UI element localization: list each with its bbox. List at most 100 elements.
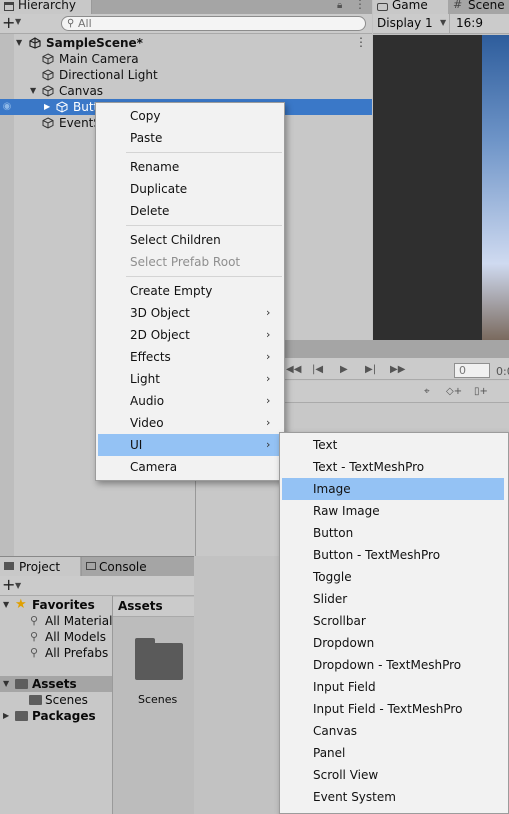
display-dropdown[interactable]: Display 1 [377,16,433,30]
menu-item-light[interactable]: Light › [130,368,280,390]
scenes-folder-icon[interactable] [135,638,183,682]
hierarchy-list-icon [4,2,14,11]
expand-arrow-icon[interactable]: ▼ [16,35,26,51]
console-tab-label: Console [99,560,147,574]
tree-row-favorites[interactable]: ▼ ★ Favorites [0,597,112,613]
favorite-item-label: All Prefabs [45,646,109,660]
time-readout: 0:0 [496,365,509,378]
menu-item-audio[interactable]: Audio › [130,390,280,412]
gameobject-cube-icon [42,117,54,129]
tree-row-scene[interactable]: ▼ SampleScene* [14,35,372,51]
tree-row-assets[interactable]: ▼ Assets [0,676,112,692]
folder-body-shape [135,643,183,680]
tab-game[interactable]: Game [373,0,448,14]
play-icon[interactable]: ▶ [340,364,348,375]
gameobject-cube-icon [42,85,54,97]
hierarchy-search-input[interactable] [78,17,348,30]
packages-label: Packages [32,709,96,723]
hierarchy-search-field[interactable]: ⚲ [61,16,366,31]
panel-menu-icon[interactable]: ⋮ [354,0,366,11]
tab-hierarchy[interactable]: Hierarchy [0,0,92,14]
gamepad-icon [377,3,388,11]
tree-row-canvas[interactable]: ▼ Canvas [14,83,372,99]
create-plus-icon[interactable]: + [2,14,15,32]
add-event-icon[interactable]: ◇+ [446,386,462,397]
tab-console[interactable]: Console [81,557,165,576]
console-icon [86,562,96,570]
scene-tab-label: Scene [468,0,505,12]
assets-label: Assets [32,677,77,691]
game-tab-label: Game [392,0,428,12]
next-keyframe-icon[interactable]: ▶| [365,364,376,375]
expand-arrow-icon[interactable]: ▼ [3,597,9,613]
scene-menu-icon[interactable]: ⋮ [355,35,367,49]
prev-keyframe-icon[interactable]: |◀ [312,364,323,375]
context-menu: Copy Paste Rename Duplicate Delete Selec… [95,102,285,481]
gameobject-cube-icon [42,53,54,65]
folder-icon [15,679,28,689]
folder-icon [15,711,28,721]
breadcrumb-assets[interactable]: Assets [118,599,163,613]
aspect-ratio-dropdown[interactable]: 16:9 [456,16,483,30]
expand-arrow-icon[interactable]: ▶ [3,708,9,724]
expand-arrow-icon[interactable]: ▼ [3,676,9,692]
folder-icon [29,695,42,705]
tree-row-label: Main Camera [59,52,139,66]
menu-item-2d-object[interactable]: 2D Object › [130,324,280,346]
chevron-right-icon: › [266,372,271,385]
last-keyframe-icon[interactable]: ▶▶ [390,364,405,375]
tab-project[interactable]: Project [0,557,80,576]
menu-item-3d-object[interactable]: 3D Object › [130,302,280,324]
project-tab-label: Project [19,560,61,574]
search-icon: ⚲ [67,18,75,29]
tab-scene[interactable]: # Scene [450,0,509,14]
dropdown-caret-icon[interactable]: ▼ [15,581,21,590]
favorite-item-label: All Materials [45,614,119,628]
dropdown-caret-icon[interactable]: ▼ [15,17,21,26]
menu-item-ui[interactable]: UI › [98,434,282,456]
menu-separator [126,276,282,277]
project-toolbar: + ▼ [0,576,194,596]
hierarchy-toolbar: + ▼ ⚲ [0,14,372,34]
favorite-item-label: All Models [45,630,106,644]
asset-breadcrumb: Assets [113,597,194,617]
submenu-item-image[interactable]: Image [282,478,504,500]
tree-row-directional-light[interactable]: Directional Light [14,67,372,83]
gameobject-cube-icon [56,101,68,113]
chevron-right-icon: › [266,394,271,407]
gameobject-cube-icon [42,69,54,81]
create-plus-icon[interactable]: + [2,576,15,594]
first-keyframe-icon[interactable]: ◀◀ [286,364,301,375]
tree-row-label: Canvas [59,84,104,98]
chevron-right-icon: › [266,350,271,363]
lock-icon[interactable]: 🔒︎ [337,0,346,11]
game-viewport[interactable] [373,35,509,340]
tree-row-all-models[interactable]: ⚲ All Models [0,629,112,645]
frame-input[interactable]: 0 [454,363,490,378]
tree-row-scenes[interactable]: Scenes [0,692,112,708]
menu-item-video[interactable]: Video › [130,412,280,434]
chevron-right-icon: › [266,306,271,319]
tree-row-main-camera[interactable]: Main Camera [14,51,372,67]
toolbar-divider [449,14,450,33]
menu-separator [126,225,282,226]
unity-logo-icon [29,37,41,49]
search-icon: ⚲ [30,646,39,659]
scene-name-label: SampleScene* [46,36,143,50]
expand-arrow-icon[interactable]: ▶ [44,99,54,115]
chevron-right-icon: › [266,328,271,341]
tree-row-packages[interactable]: ▶ Packages [0,708,112,724]
scene-grid-icon: # [453,0,463,11]
game-toolbar: Display 1 ▼ 16:9 [373,14,509,34]
chevron-down-icon[interactable]: ▼ [440,18,446,27]
skybox-render [482,35,509,340]
search-icon: ⚲ [30,630,39,643]
menu-item-effects[interactable]: Effects › [130,346,280,368]
add-keyframe-icon[interactable]: ⌖ [424,386,430,397]
visibility-eye-icon[interactable]: ◉ [0,99,14,115]
tree-row-all-prefabs[interactable]: ⚲ All Prefabs [0,645,112,661]
tree-row-all-materials[interactable]: ⚲ All Materials [0,613,119,629]
hierarchy-tab-label: Hierarchy [18,0,77,12]
add-property-icon[interactable]: ▯+ [474,386,488,397]
expand-arrow-icon[interactable]: ▼ [30,83,40,99]
